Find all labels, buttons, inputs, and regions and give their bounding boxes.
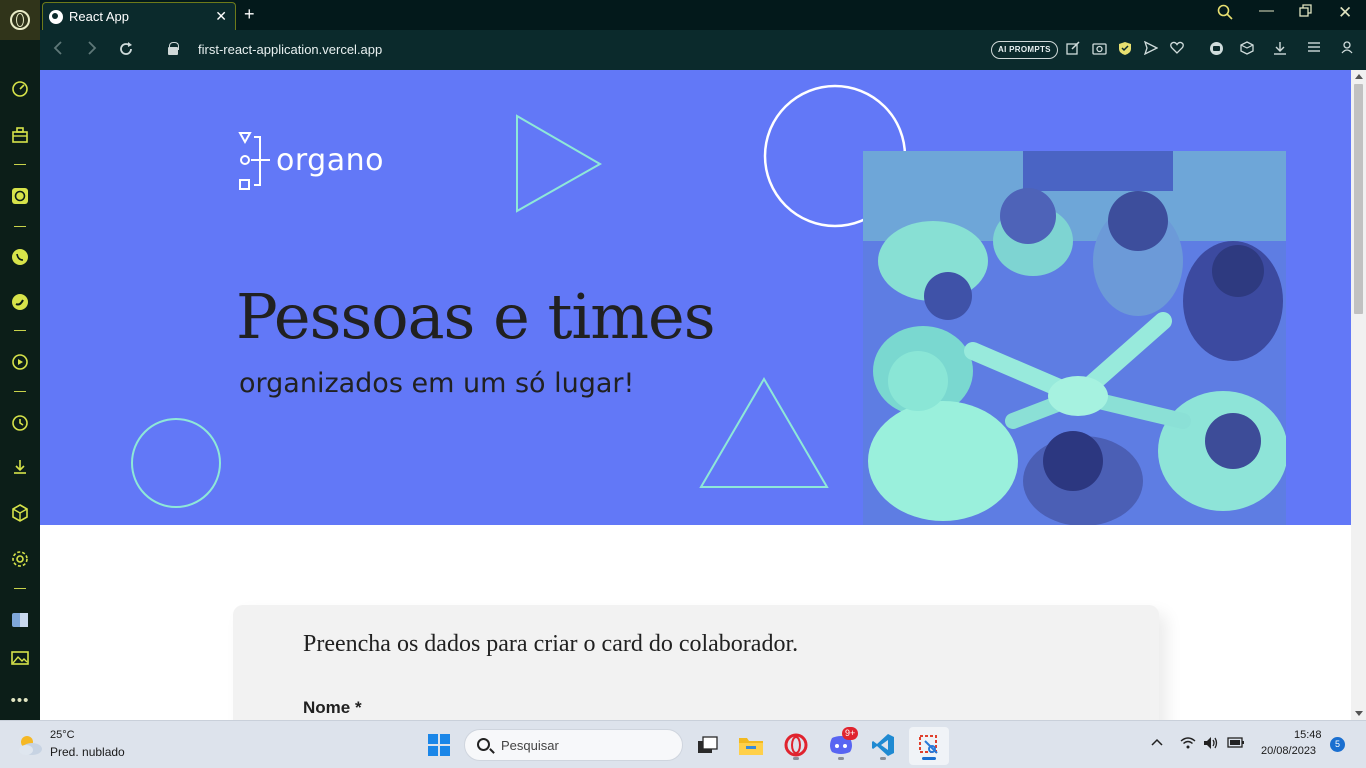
opera-browser-icon[interactable] [780,729,812,761]
globe-icon [49,9,63,24]
hero-title: Pessoas e times [236,280,716,353]
sidebar-divider [14,330,26,331]
scroll-up-arrow-icon[interactable] [1355,74,1363,79]
running-indicator [880,757,886,760]
twitter-icon[interactable] [10,292,30,312]
snipping-tool-icon[interactable] [913,729,945,761]
hero-subtitle: organizados em um só lugar! [239,368,635,399]
more-icon[interactable]: ••• [10,690,30,710]
windows-taskbar: 25°C Pred. nublado Pesquisar 9+ 15:48 20… [0,720,1366,768]
sidebar-divider [14,226,26,227]
running-indicator [838,757,844,760]
restore-icon[interactable] [1299,4,1313,22]
tab-bar: React App ✕ + — ✕ [40,0,1366,30]
edit-icon[interactable] [1065,41,1081,58]
easy-setup-icon[interactable] [1306,41,1322,56]
search-tabs-icon[interactable] [1217,4,1233,24]
organo-logo-icon [238,132,272,190]
tab-react-app[interactable]: React App ✕ [42,2,236,30]
lock-icon[interactable] [168,42,179,55]
download-icon[interactable] [1272,41,1288,58]
send-icon[interactable] [1143,40,1159,58]
adblock-shield-icon[interactable] [1117,41,1133,59]
notification-badge[interactable]: 5 [1330,737,1345,752]
ai-prompts-button[interactable]: AI PROMPTS [991,41,1058,59]
ai-robot-icon[interactable] [1208,41,1224,59]
extension-cube-icon[interactable] [1239,41,1255,58]
reload-icon[interactable] [118,41,134,62]
back-icon[interactable] [52,40,64,61]
opera-sidebar: ••• [0,0,40,720]
minimize-icon[interactable]: — [1259,2,1274,19]
history-icon[interactable] [10,413,30,433]
show-hidden-icons-icon[interactable] [1151,735,1163,750]
tab-title: React App [69,9,129,24]
url-field[interactable]: first-react-application.vercel.app [198,42,382,57]
heart-icon[interactable] [1169,41,1185,57]
weather-cloud-icon[interactable] [16,733,44,757]
weather-temperature[interactable]: 25°C [50,729,75,741]
sidebar-divider [14,588,26,589]
snapshot-icon[interactable] [1091,41,1107,58]
search-placeholder: Pesquisar [501,738,559,753]
translator-icon[interactable] [10,610,30,630]
organo-logo: organo [238,132,384,190]
file-explorer-icon[interactable] [735,729,767,761]
web-page: organo Pessoas e times organizados em um… [40,70,1351,720]
screen: ••• React App ✕ + — ✕ first-react-applic… [0,0,1366,768]
whatsapp-icon[interactable] [10,247,30,267]
sidebar-divider [14,391,26,392]
hero-banner: organo Pessoas e times organizados em um… [40,70,1351,525]
collaborator-form: Preencha os dados para criar o card do c… [233,605,1159,720]
logo-text: organo [276,142,384,178]
scroll-thumb[interactable] [1354,84,1363,314]
close-window-icon[interactable]: ✕ [1338,3,1352,23]
battery-icon[interactable] [1227,736,1245,751]
gallery-icon[interactable] [10,648,30,668]
wifi-icon[interactable] [1180,736,1196,752]
clock-date[interactable]: 20/08/2023 [1261,745,1316,757]
name-field-label: Nome * [303,698,362,717]
profile-icon[interactable] [1339,41,1355,57]
volume-icon[interactable] [1203,736,1219,753]
extensions-icon[interactable] [10,503,30,523]
windows-start-icon[interactable] [428,734,450,756]
forward-icon[interactable] [86,40,98,61]
opera-menu-button[interactable] [0,0,40,40]
chatgpt-icon[interactable] [10,186,30,206]
speed-dial-icon[interactable] [10,79,30,99]
discord-badge: 9+ [842,727,859,740]
workspaces-icon[interactable] [10,125,30,145]
clock-time[interactable]: 15:48 [1294,729,1322,741]
discord-icon[interactable]: 9+ [825,727,859,761]
task-view-icon[interactable] [691,729,723,761]
downloads-icon[interactable] [10,457,30,477]
address-bar: first-react-application.vercel.app AI PR… [40,30,1366,70]
active-indicator [922,757,936,760]
close-tab-icon[interactable]: ✕ [215,8,227,25]
taskbar-search[interactable]: Pesquisar [464,729,683,761]
vscode-icon[interactable] [867,729,899,761]
settings-icon[interactable] [10,549,30,569]
form-title: Preencha os dados para criar o card do c… [303,631,799,657]
weather-description[interactable]: Pred. nublado [50,745,125,759]
page-scrollbar[interactable] [1351,70,1366,720]
team-hands-photo [863,151,1286,525]
new-tab-button[interactable]: + [244,4,255,25]
search-icon [477,738,490,751]
player-icon[interactable] [10,352,30,372]
sidebar-divider [14,164,26,165]
running-indicator [793,757,799,760]
scroll-down-arrow-icon[interactable] [1355,711,1363,716]
opera-logo-icon [10,10,30,30]
